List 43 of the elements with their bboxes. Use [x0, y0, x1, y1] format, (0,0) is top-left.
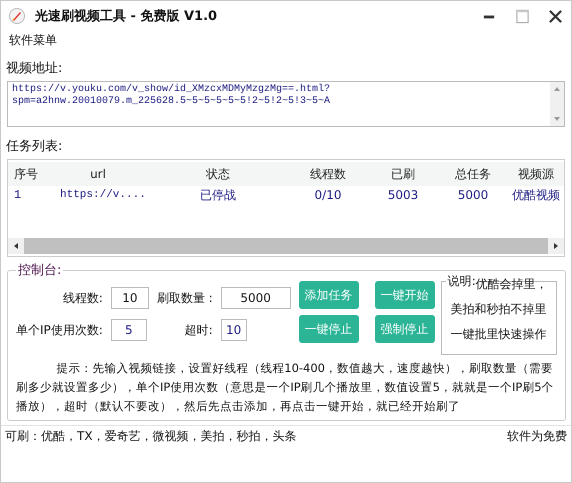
scroll-right-icon[interactable] [553, 242, 559, 250]
column-header[interactable]: 线程数 [288, 166, 368, 182]
table-cell-text: 5003 [386, 187, 420, 204]
input-field[interactable]: 10 [110, 287, 149, 309]
note-text: 美拍和秒拍不掉里 [450, 301, 547, 318]
table-cell-text: 优酷视频 [511, 187, 561, 204]
note-text: 优酷会掉里， [476, 276, 548, 293]
status-text: 软件为免费 [507, 428, 567, 444]
menu-item[interactable]: 软件菜单 [9, 32, 57, 48]
column-header[interactable]: 状态 [148, 166, 288, 182]
table-cell-text: 5000 [456, 187, 490, 204]
window-title: 光速刷视频工具 - 免费版 V1.0 [35, 8, 218, 25]
note-title: 说明: [446, 273, 476, 288]
horizontal-scrollbar[interactable] [8, 238, 564, 254]
column-header[interactable]: 视频源 [508, 166, 564, 182]
section-label: 任务列表: [6, 138, 64, 155]
field-label: 超时: [184, 322, 213, 338]
note-text: 一键批里快速操作 [450, 326, 547, 343]
input-field[interactable]: 10 [220, 319, 247, 341]
hint-text: 提示：先输入视频链接，设置好线程（线程10-400，数值越大，速度越快），刷取数量（需要刷多少就设置多少），单个IP使用次数（意思是一个IP刷几个播放里，数值设置5，就就是一个IP刷5个播放），超时（默认不要改），然后先点击添加，再点击一键开始，就已经开始刷了 [16, 360, 555, 415]
table-cell-text: https://v.... [59, 188, 147, 203]
column-header[interactable]: 总任务 [438, 166, 508, 182]
scroll-up-icon[interactable] [553, 86, 561, 92]
scrollbar[interactable] [550, 82, 564, 126]
scroll-down-icon[interactable] [553, 116, 561, 122]
maximize-icon[interactable] [515, 8, 530, 24]
table-cell-text: 已停战 [199, 187, 237, 204]
scroll-left-icon[interactable] [13, 242, 19, 250]
url-field[interactable]: https://v.youku.com/v_show/id_XMzcxMDMyMzgzMg==.html?spm=a2hnw.20010079.m_225628.5~5~5~5~5~5!2~5!2~5!3~5~A [7, 81, 565, 127]
input-field[interactable]: 5000 [220, 287, 291, 309]
status-text: 可刷：优酷，TX，爱奇艺，微视频，美拍，秒拍，头条 [5, 428, 297, 444]
field-label: 单个IP使用次数: [16, 322, 103, 338]
panel-title: 控制台: [17, 262, 62, 279]
field-label: 线程数: [62, 290, 103, 306]
column-header[interactable]: url [48, 167, 148, 181]
table-cell-text: 1 [13, 187, 22, 204]
close-icon[interactable] [548, 8, 563, 24]
column-header[interactable]: 已刷 [368, 166, 438, 182]
table-cell-text: 0/10 [314, 187, 342, 204]
field-label: 视频地址: [6, 60, 64, 77]
field-label: 刷取数量 : [156, 290, 213, 306]
input-field[interactable]: 5 [110, 319, 147, 341]
column-header[interactable]: 序号 [8, 166, 48, 182]
